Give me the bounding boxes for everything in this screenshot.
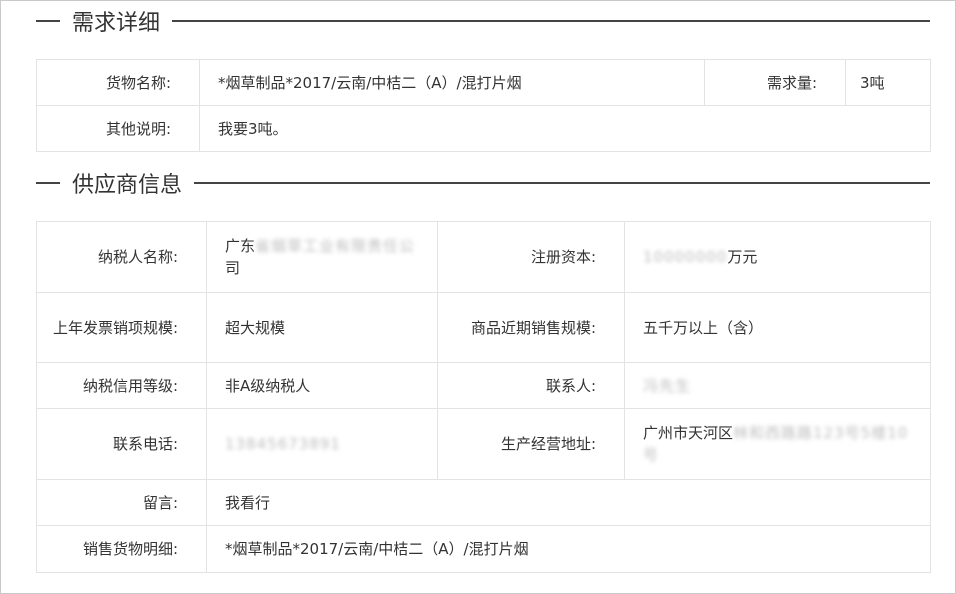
header-rule xyxy=(172,20,930,22)
contact-label: 联系人: xyxy=(437,362,625,409)
quantity-label: 需求量: xyxy=(704,59,846,106)
phone-value: 13845673891 xyxy=(206,408,438,480)
invoice-scale-label: 上年发票销项规模: xyxy=(36,292,207,363)
address-value: 广州市天河区林和西路路123号5楼10 号 xyxy=(624,408,931,480)
registered-capital-redacted: 10000000 xyxy=(643,248,728,266)
phone-redacted: 13845673891 xyxy=(225,435,341,453)
header-dash xyxy=(36,20,60,22)
supplier-section-title: 供应商信息 xyxy=(72,173,183,198)
address-label: 生产经营地址: xyxy=(437,408,625,480)
registered-capital-value: 10000000万元 xyxy=(624,221,931,293)
registered-capital-label: 注册资本: xyxy=(437,221,625,293)
goods-name-label: 货物名称: xyxy=(36,59,200,106)
supplier-table: 纳税人名称: 广东省烟草工业有限责任公 司 注册资本: 10000000万元 上… xyxy=(36,221,931,573)
address-tail-redacted: 号 xyxy=(643,446,660,464)
other-notes-value: 我要3吨。 xyxy=(199,105,931,152)
header-dash xyxy=(36,182,60,184)
taxpayer-name-visible: 广东 xyxy=(225,237,256,255)
credit-level-value: 非A级纳税人 xyxy=(206,362,438,409)
table-row: 留言: 我看行 xyxy=(36,479,931,526)
message-value: 我看行 xyxy=(206,479,931,526)
table-row: 联系电话: 13845673891 生产经营地址: 广州市天河区林和西路路123… xyxy=(36,408,931,480)
contact-value: 冯先生 xyxy=(624,362,931,409)
sales-goods-label: 销售货物明细: xyxy=(36,525,207,573)
address-visible: 广州市天河区 xyxy=(643,424,734,442)
table-row: 其他说明: 我要3吨。 xyxy=(36,105,931,152)
quantity-value: 3吨 xyxy=(845,59,931,106)
address-redacted: 林和西路路123号5楼10 xyxy=(733,424,909,442)
taxpayer-name-redacted: 省烟草工业有限责任公 xyxy=(255,237,416,255)
demand-table: 货物名称: *烟草制品*2017/云南/中桔二（A）/混打片烟 需求量: 3吨 … xyxy=(36,59,931,152)
registered-capital-unit: 万元 xyxy=(727,248,758,266)
recent-sales-value: 五千万以上（含） xyxy=(624,292,931,363)
contact-redacted: 冯先生 xyxy=(643,376,692,395)
demand-section-title: 需求详细 xyxy=(72,11,161,36)
message-label: 留言: xyxy=(36,479,207,526)
supplier-section-header: 供应商信息 xyxy=(36,166,930,200)
table-row: 销售货物明细: *烟草制品*2017/云南/中桔二（A）/混打片烟 xyxy=(36,525,931,573)
table-row: 货物名称: *烟草制品*2017/云南/中桔二（A）/混打片烟 需求量: 3吨 xyxy=(36,59,931,106)
phone-label: 联系电话: xyxy=(36,408,207,480)
taxpayer-name-value: 广东省烟草工业有限责任公 司 xyxy=(206,221,438,293)
other-notes-label: 其他说明: xyxy=(36,105,200,152)
header-rule xyxy=(194,182,930,184)
demand-section-header: 需求详细 xyxy=(36,4,930,38)
credit-level-label: 纳税信用等级: xyxy=(36,362,207,409)
invoice-scale-value: 超大规模 xyxy=(206,292,438,363)
taxpayer-name-label: 纳税人名称: xyxy=(36,221,207,293)
taxpayer-name-tail: 司 xyxy=(225,259,241,277)
table-row: 纳税人名称: 广东省烟草工业有限责任公 司 注册资本: 10000000万元 xyxy=(36,221,931,293)
table-row: 纳税信用等级: 非A级纳税人 联系人: 冯先生 xyxy=(36,362,931,409)
goods-name-value: *烟草制品*2017/云南/中桔二（A）/混打片烟 xyxy=(199,59,705,106)
recent-sales-label: 商品近期销售规模: xyxy=(437,292,625,363)
table-row: 上年发票销项规模: 超大规模 商品近期销售规模: 五千万以上（含） xyxy=(36,292,931,363)
sales-goods-value: *烟草制品*2017/云南/中桔二（A）/混打片烟 xyxy=(206,525,931,573)
